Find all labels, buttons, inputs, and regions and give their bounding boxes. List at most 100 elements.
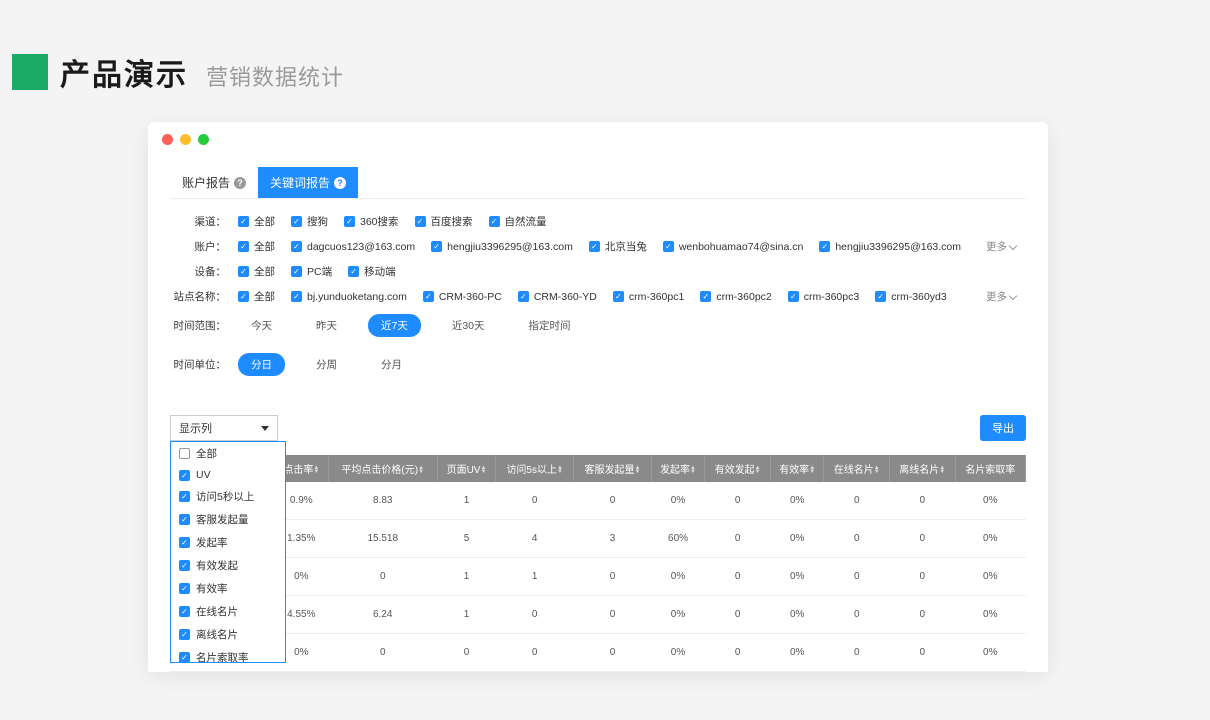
maximize-icon[interactable] [198,134,209,145]
column-opt[interactable]: ✓发起率 [171,531,285,554]
filter-opt[interactable]: ✓bj.yunduoketang.com [291,291,407,303]
more-button[interactable]: 更多 [986,239,1026,254]
table-cell: 0 [328,634,437,672]
window-controls [148,122,1048,157]
filter-opt[interactable]: ✓crm-360pc2 [700,291,771,303]
filter-opt[interactable]: ✓crm-360pc3 [788,291,859,303]
table-cell: 0 [705,558,771,596]
filter-opt[interactable]: ✓自然流量 [489,214,547,229]
tab-account-report[interactable]: 账户报告 ? [170,167,258,198]
filter-opt-all[interactable]: ✓全部 [238,214,275,229]
column-opt[interactable]: ✓UV [171,465,285,485]
table-cell: 0 [496,482,574,520]
column-opt[interactable]: ✓有效率 [171,577,285,600]
filter-opt-all[interactable]: ✓全部 [238,264,275,279]
table-header[interactable]: 发起率▲▼ [651,455,705,482]
export-button[interactable]: 导出 [980,415,1026,441]
filter-opt[interactable]: ✓dagcuos123@163.com [291,241,415,253]
column-selector[interactable]: 显示列 全部 ✓UV ✓访问5秒以上 ✓客服发起量 ✓发起率 ✓有效发起 ✓有效… [170,415,278,441]
table-header[interactable]: 平均点击价格(元)▲▼ [328,455,437,482]
filter-opt[interactable]: ✓CRM-360-YD [518,291,597,303]
filter-opt-all[interactable]: ✓全部 [238,289,275,304]
column-selector-list: 全部 ✓UV ✓访问5秒以上 ✓客服发起量 ✓发起率 ✓有效发起 ✓有效率 ✓在… [170,441,286,663]
column-opt[interactable]: ✓在线名片 [171,600,285,623]
filter-opt[interactable]: ✓hengjiu3396295@163.com [431,241,573,253]
tab-keyword-report[interactable]: 关键词报告 ? [258,167,358,198]
filter-opt-all[interactable]: ✓全部 [238,239,275,254]
column-selector-button[interactable]: 显示列 [170,415,278,441]
filter-opt[interactable]: ✓北京当兔 [589,239,647,254]
table-cell: 0 [824,596,890,634]
report-table: 账户 月▲▼ 点击率▲▼ 平均点击价格(元)▲▼ 页面UV▲▼ 访问5s以上▲▼… [170,455,1026,672]
table-header[interactable]: 页面UV▲▼ [437,455,495,482]
table-header[interactable]: 离线名片▲▼ [890,455,956,482]
filter-device: 设备： ✓全部 ✓PC端 ✓移动端 [170,259,1026,284]
filter-opt[interactable]: ✓移动端 [348,264,396,279]
table-cell: 0% [770,520,824,558]
filter-opt[interactable]: ✓crm-360yd3 [875,291,946,303]
filter-opt[interactable]: ✓wenbohuamao74@sina.cn [663,241,804,253]
filter-site: 站点名称： ✓全部 ✓bj.yunduoketang.com ✓CRM-360-… [170,284,1026,309]
table-cell: 0 [890,558,956,596]
tab-label: 关键词报告 [270,174,330,191]
help-icon[interactable]: ? [334,177,346,189]
filter-time-unit: 时间单位： 分日 分周 分月 [170,348,1026,381]
column-opt[interactable]: ✓离线名片 [171,623,285,646]
table-cell: 0% [955,634,1025,672]
column-opt[interactable]: ✓客服发起量 [171,508,285,531]
filter-opt[interactable]: ✓hengjiu3396295@163.com [819,241,961,253]
table-cell: 0 [496,634,574,672]
filter-opt[interactable]: ✓搜狗 [291,214,328,229]
table-header[interactable]: 在线名片▲▼ [824,455,890,482]
table-row: 文bj-云朵课堂0%01100%00%000% [170,558,1026,596]
range-opt-30d[interactable]: 近30天 [439,314,498,337]
more-button[interactable]: 更多 [986,289,1026,304]
column-opt[interactable]: ✓名片索取率 [171,646,285,663]
help-icon[interactable]: ? [234,177,246,189]
column-opt[interactable]: ✓有效发起 [171,554,285,577]
filter-opt[interactable]: ✓百度搜索 [415,214,473,229]
sort-icon: ▲▼ [939,466,945,474]
caret-down-icon [261,426,269,431]
table-row: bj-云朵课堂4.55%6.241000%00%000% [170,596,1026,634]
table-cell: 0 [574,558,651,596]
unit-opt-week[interactable]: 分周 [303,353,350,376]
range-opt-7d[interactable]: 近7天 [368,314,421,337]
unit-opt-day[interactable]: 分日 [238,353,285,376]
filter-opt[interactable]: ✓CRM-360-PC [423,291,502,303]
table-cell: 0 [824,520,890,558]
table-cell: 1 [496,558,574,596]
table-cell: 0% [770,482,824,520]
sort-icon: ▲▼ [809,466,815,474]
table-cell: 0 [890,482,956,520]
unit-opt-month[interactable]: 分月 [368,353,415,376]
table-header[interactable]: 访问5s以上▲▼ [496,455,574,482]
table-cell: 0% [770,596,824,634]
table-cell: 0% [651,596,705,634]
sort-icon: ▲▼ [557,466,563,474]
table-cell: 0 [574,596,651,634]
close-icon[interactable] [162,134,173,145]
report-tabs: 账户报告 ? 关键词报告 ? [170,167,1026,199]
range-opt-today[interactable]: 今天 [238,314,285,337]
table-header[interactable]: 客服发起量▲▼ [574,455,651,482]
page-title-bar: 产品演示 营销数据统计 [0,0,1210,122]
sort-icon: ▲▼ [755,466,761,474]
filter-opt[interactable]: ✓crm-360pc1 [613,291,684,303]
minimize-icon[interactable] [180,134,191,145]
table-header[interactable]: 有效率▲▼ [770,455,824,482]
range-opt-custom[interactable]: 指定时间 [516,314,584,337]
table-cell: 0 [890,520,956,558]
table-cell: 1 [437,558,495,596]
table-header[interactable]: 名片索取率 [955,455,1025,482]
column-opt[interactable]: ✓访问5秒以上 [171,485,285,508]
table-cell: 0 [705,482,771,520]
table-cell: 0 [496,596,574,634]
column-opt[interactable]: 全部 [171,442,285,465]
table-header[interactable]: 有效发起▲▼ [705,455,771,482]
filter-opt[interactable]: ✓PC端 [291,264,332,279]
table-cell: 0 [824,558,890,596]
table-cell: 0% [955,596,1025,634]
range-opt-yesterday[interactable]: 昨天 [303,314,350,337]
filter-opt[interactable]: ✓360搜索 [344,214,399,229]
